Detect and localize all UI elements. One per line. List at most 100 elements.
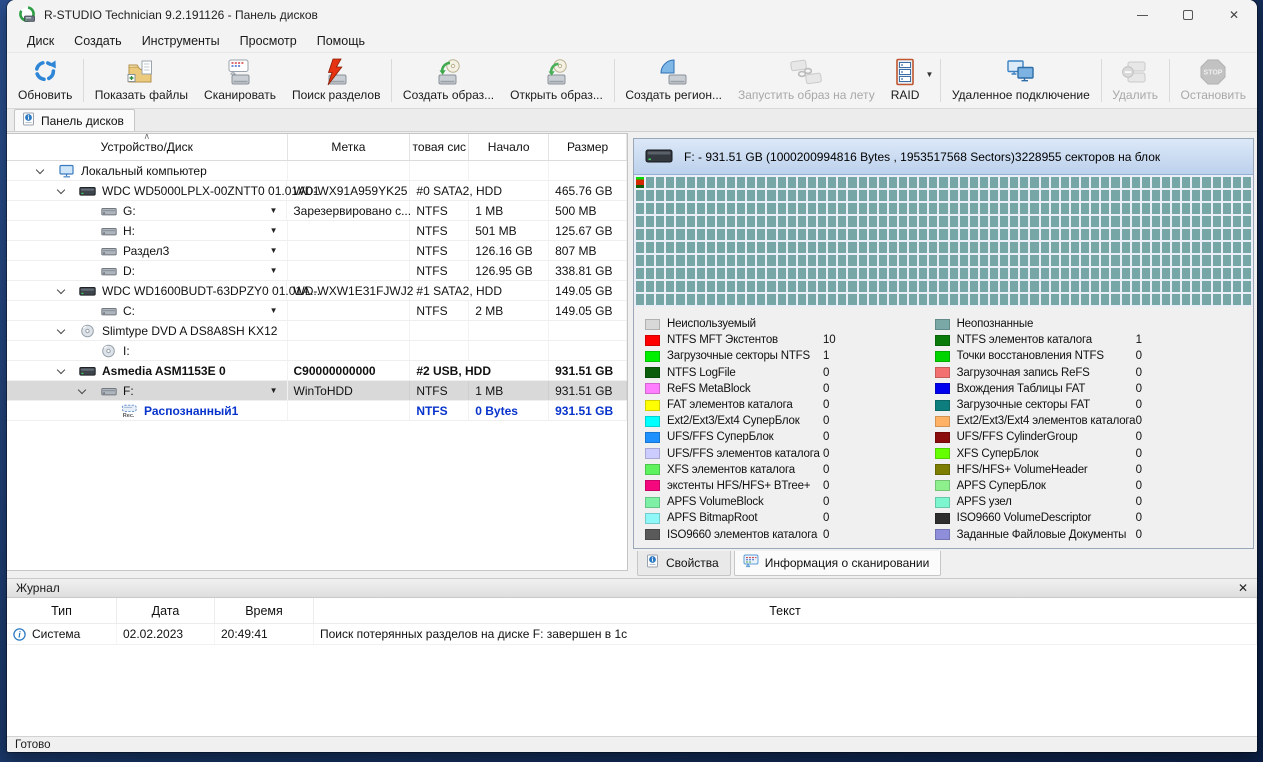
toolbar-button-open-image[interactable]: Открыть образ... [502, 54, 611, 107]
toolbar-button-stop[interactable]: STOPОстановить [1173, 54, 1255, 107]
scan-block [879, 268, 887, 279]
close-button[interactable]: ✕ [1211, 0, 1257, 30]
scan-block [970, 268, 978, 279]
toolbar-button-raid[interactable]: RAID▼ [883, 54, 938, 107]
expander-chevron-icon[interactable] [78, 386, 86, 394]
scan-block [1172, 242, 1180, 253]
app-window: R-STUDIO Technician 9.2.191126 - Панель … [7, 0, 1257, 752]
device-row-D:[interactable]: D:▼NTFS126.95 GB338.81 GB [7, 261, 627, 281]
scan-block [1010, 268, 1018, 279]
scan-block [1223, 216, 1231, 227]
device-row-Asmedia-ASM1153E-0[interactable]: Asmedia ASM1153E 0C90000000000#2 USB, HD… [7, 361, 627, 381]
column-header-label: Метка [331, 140, 365, 154]
log-column-header-0[interactable]: Тип [7, 598, 117, 623]
log-row[interactable]: iСистема02.02.202320:49:41Поиск потерянн… [7, 624, 1257, 645]
dropdown-arrow-icon[interactable]: ▼ [925, 70, 933, 79]
scan-block [1152, 242, 1160, 253]
row-dropdown-icon[interactable]: ▼ [269, 206, 277, 215]
toolbar-button-find-partitions[interactable]: Поиск разделов [284, 54, 389, 107]
scan-block [879, 216, 887, 227]
scan-block [697, 190, 705, 201]
scan-block [929, 216, 937, 227]
menu-item-3[interactable]: Просмотр [230, 32, 307, 50]
row-dropdown-icon[interactable]: ▼ [270, 266, 278, 275]
row-dropdown-icon[interactable]: ▼ [270, 386, 278, 395]
expander-chevron-icon[interactable] [36, 166, 44, 174]
toolbar-button-refresh[interactable]: Обновить [10, 54, 80, 107]
legend-item-right-13: Заданные Файловые Документы0 [935, 526, 1253, 542]
scan-block [778, 216, 786, 227]
row-dropdown-icon[interactable]: ▼ [270, 226, 278, 235]
menu-item-4[interactable]: Помощь [307, 32, 375, 50]
expander-chevron-icon[interactable] [57, 186, 65, 194]
scan-block [1081, 203, 1089, 214]
log-column-header-3[interactable]: Текст [314, 598, 1257, 623]
column-header-0[interactable]: ∧Устройство/Диск [7, 134, 288, 160]
scan-block [767, 203, 775, 214]
scan-block [697, 294, 705, 305]
scan-block [687, 229, 695, 240]
device-row-WDC-WD5000LPLX-00ZNTT0-01-01A01[interactable]: WDC WD5000LPLX-00ZNTT0 01.01A01WD-WX91A9… [7, 181, 627, 201]
scan-block [788, 177, 796, 188]
toolbar-button-remote-connection[interactable]: Удаленное подключение [944, 54, 1098, 107]
toolbar-button-scan[interactable]: Сканировать [196, 54, 284, 107]
legend-label: ISO9660 элементов каталога [667, 529, 817, 541]
scan-block [1091, 294, 1099, 305]
device-row-F:[interactable]: F:▼WinToHDDNTFS1 MB931.51 GB [7, 381, 627, 401]
minimize-button[interactable] [1119, 0, 1165, 30]
device-row-Раздел3[interactable]: Раздел3▼NTFS126.16 GB807 MB [7, 241, 627, 261]
maximize-button[interactable] [1165, 0, 1211, 30]
column-header-3[interactable]: Начало [469, 134, 549, 160]
device-row-Распознанный1[interactable]: Rec.Распознанный1NTFS0 Bytes931.51 GB [7, 401, 627, 421]
scan-block [1162, 216, 1170, 227]
partition-icon [100, 243, 117, 259]
legend-item-right-10: APFS СуперБлок0 [935, 478, 1253, 494]
column-header-2[interactable]: товая сис [410, 134, 469, 160]
column-header-4[interactable]: Размер [549, 134, 627, 160]
column-header-1[interactable]: Метка [288, 134, 411, 160]
device-row-Slimtype-DVD-A-DS8A8SH-KX12[interactable]: Slimtype DVD A DS8A8SH KX12 [7, 321, 627, 341]
cell-device: WDC WD5000LPLX-00ZNTT0 01.01A01 [7, 181, 287, 200]
find-partitions-icon [321, 57, 351, 86]
device-row-Локальный-компьютер[interactable]: Локальный компьютер [7, 161, 627, 181]
device-row-H:[interactable]: H:▼NTFS501 MB125.67 GB [7, 221, 627, 241]
device-row-G:[interactable]: G:▼Зарезервировано с...NTFS1 MB500 MB [7, 201, 627, 221]
toolbar-button-show-files[interactable]: Показать файлы [87, 54, 196, 107]
menu-item-0[interactable]: Диск [17, 32, 64, 50]
legend-swatch [645, 464, 660, 475]
legend-label: NTFS MFT Экстентов [667, 334, 778, 346]
scan-tab-properties[interactable]: iСвойства [637, 551, 731, 576]
expander-chevron-icon[interactable] [57, 366, 65, 374]
expander-chevron-icon[interactable] [57, 326, 65, 334]
toolbar-button-create-region[interactable]: Создать регион... [617, 54, 730, 107]
scan-block [980, 203, 988, 214]
log-column-header-2[interactable]: Время [215, 598, 314, 623]
scan-block [1122, 203, 1130, 214]
toolbar-button-delete[interactable]: Удалить [1104, 54, 1166, 107]
toolbar-button-create-image[interactable]: Создать образ... [395, 54, 502, 107]
device-row-C:[interactable]: C:▼NTFS2 MB149.05 GB [7, 301, 627, 321]
log-column-header-1[interactable]: Дата [117, 598, 215, 623]
toolbar-button-mount-image[interactable]: Запустить образ на лету [730, 54, 883, 107]
log-close-button[interactable]: ✕ [1238, 582, 1248, 594]
menu-item-2[interactable]: Инструменты [132, 32, 230, 50]
row-dropdown-icon[interactable]: ▼ [270, 246, 278, 255]
scan-block [1233, 229, 1241, 240]
legend-item-left-4: ReFS MetaBlock0 [645, 381, 935, 397]
expander-chevron-icon[interactable] [57, 286, 65, 294]
scan-block [899, 177, 907, 188]
menu-item-1[interactable]: Создать [64, 32, 132, 50]
scan-block [656, 177, 664, 188]
scan-block [869, 242, 877, 253]
scan-block [990, 203, 998, 214]
tab-disks-panel[interactable]: i Панель дисков [14, 109, 135, 131]
scan-block [1091, 190, 1099, 201]
scan-block [1081, 177, 1089, 188]
scan-block [666, 281, 674, 292]
device-row-WDC-WD1600BUDT-63DPZY0-01-01A-[interactable]: WDC WD1600BUDT-63DPZY0 01.01A...WD-WXW1E… [7, 281, 627, 301]
device-row-I:[interactable]: I: [7, 341, 627, 361]
scan-block [818, 216, 826, 227]
row-dropdown-icon[interactable]: ▼ [270, 306, 278, 315]
legend-swatch [645, 335, 660, 346]
scan-tab-scan-info[interactable]: Информация о сканировании [734, 551, 942, 576]
